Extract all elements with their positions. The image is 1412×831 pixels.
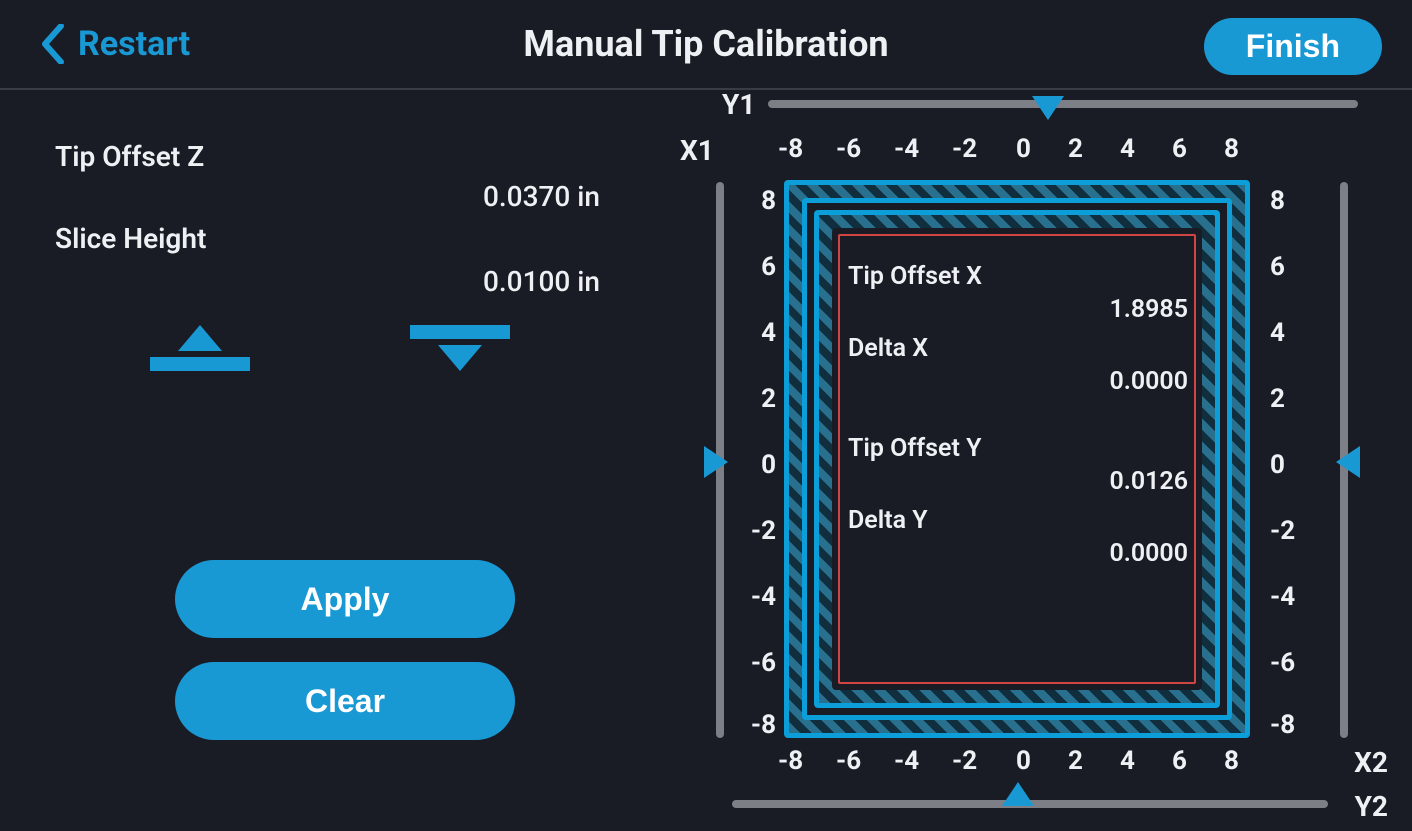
tick: -6 <box>1270 648 1295 678</box>
y1-slider-thumb[interactable] <box>1032 96 1064 120</box>
z-down-button[interactable] <box>400 325 520 371</box>
tick: -2 <box>952 746 977 776</box>
chevron-left-icon <box>40 24 66 64</box>
delta-y-label: Delta Y <box>848 506 1188 535</box>
left-panel: Tip Offset Z 0.0370 in Slice Height 0.01… <box>0 90 660 831</box>
triangle-up-icon <box>178 325 222 351</box>
restart-button[interactable]: Restart <box>40 24 190 64</box>
triangle-down-icon <box>438 345 482 371</box>
tick: 8 <box>1270 186 1285 216</box>
tick: -8 <box>778 134 803 164</box>
finish-button[interactable]: Finish <box>1204 18 1382 75</box>
x1-slider-thumb[interactable] <box>704 446 728 478</box>
tick: 2 <box>1068 746 1083 776</box>
tick: -2 <box>740 516 776 546</box>
y2-slider-thumb[interactable] <box>1002 782 1034 806</box>
tick: 4 <box>1120 134 1135 164</box>
clear-button[interactable]: Clear <box>175 662 515 740</box>
tick: -8 <box>740 710 776 740</box>
tick: 4 <box>1120 746 1135 776</box>
tick: 4 <box>1270 318 1285 348</box>
tick: 0 <box>1016 134 1031 164</box>
tick: -4 <box>894 134 919 164</box>
tick: 4 <box>740 318 776 348</box>
tip-offset-x-value: 1.8985 <box>848 295 1188 324</box>
tick: -2 <box>952 134 977 164</box>
tick: -2 <box>1270 516 1295 546</box>
apply-button[interactable]: Apply <box>175 560 515 638</box>
z-up-button[interactable] <box>140 325 260 371</box>
bar-icon <box>410 325 510 339</box>
main: Tip Offset Z 0.0370 in Slice Height 0.01… <box>0 90 1412 831</box>
bar-icon <box>150 357 250 371</box>
tip-offset-x-label: Tip Offset X <box>848 262 1188 291</box>
tick: 6 <box>1270 252 1285 282</box>
tick: 8 <box>740 186 776 216</box>
delta-x-value: 0.0000 <box>848 367 1188 396</box>
tip-offset-z-label: Tip Offset Z <box>55 140 204 173</box>
restart-label: Restart <box>78 24 190 64</box>
tick: 2 <box>1270 384 1285 414</box>
tick: 6 <box>740 252 776 282</box>
axis-label-y2: Y2 <box>1355 790 1388 823</box>
axis-label-y1: Y1 <box>722 88 755 121</box>
x2-slider-thumb[interactable] <box>1336 446 1360 478</box>
delta-x-label: Delta X <box>848 334 1188 363</box>
tick: 6 <box>1172 134 1187 164</box>
tick: -4 <box>740 582 776 612</box>
tick: 0 <box>1016 746 1031 776</box>
slice-height-value: 0.0100 in <box>483 265 600 298</box>
tick: 8 <box>1224 746 1239 776</box>
tip-offset-y-label: Tip Offset Y <box>848 434 1188 463</box>
axis-label-x2: X2 <box>1354 746 1388 779</box>
tick: 0 <box>1270 450 1285 480</box>
slice-height-label: Slice Height <box>55 222 206 255</box>
page-title: Manual Tip Calibration <box>0 23 1412 65</box>
tick: 0 <box>740 450 776 480</box>
offset-readout: Tip Offset X 1.8985 Delta X 0.0000 Tip O… <box>848 256 1188 578</box>
tick: -8 <box>778 746 803 776</box>
tick: 2 <box>1068 134 1083 164</box>
tick: -6 <box>836 134 861 164</box>
z-adjust-group <box>60 325 600 371</box>
right-panel: Y1 X1 X2 Y2 -8 -6 -4 -2 0 2 <box>660 90 1412 831</box>
tick: -4 <box>1270 582 1295 612</box>
axis-label-x1: X1 <box>680 134 714 167</box>
tick: 8 <box>1224 134 1239 164</box>
tick: 2 <box>740 384 776 414</box>
tick: -6 <box>740 648 776 678</box>
tick: -8 <box>1270 710 1295 740</box>
header: Restart Manual Tip Calibration Finish <box>0 0 1412 90</box>
tick: 6 <box>1172 746 1187 776</box>
tick: -4 <box>894 746 919 776</box>
delta-y-value: 0.0000 <box>848 539 1188 568</box>
tick: -6 <box>836 746 861 776</box>
tip-offset-z-value: 0.0370 in <box>483 180 600 213</box>
tip-offset-y-value: 0.0126 <box>848 467 1188 496</box>
